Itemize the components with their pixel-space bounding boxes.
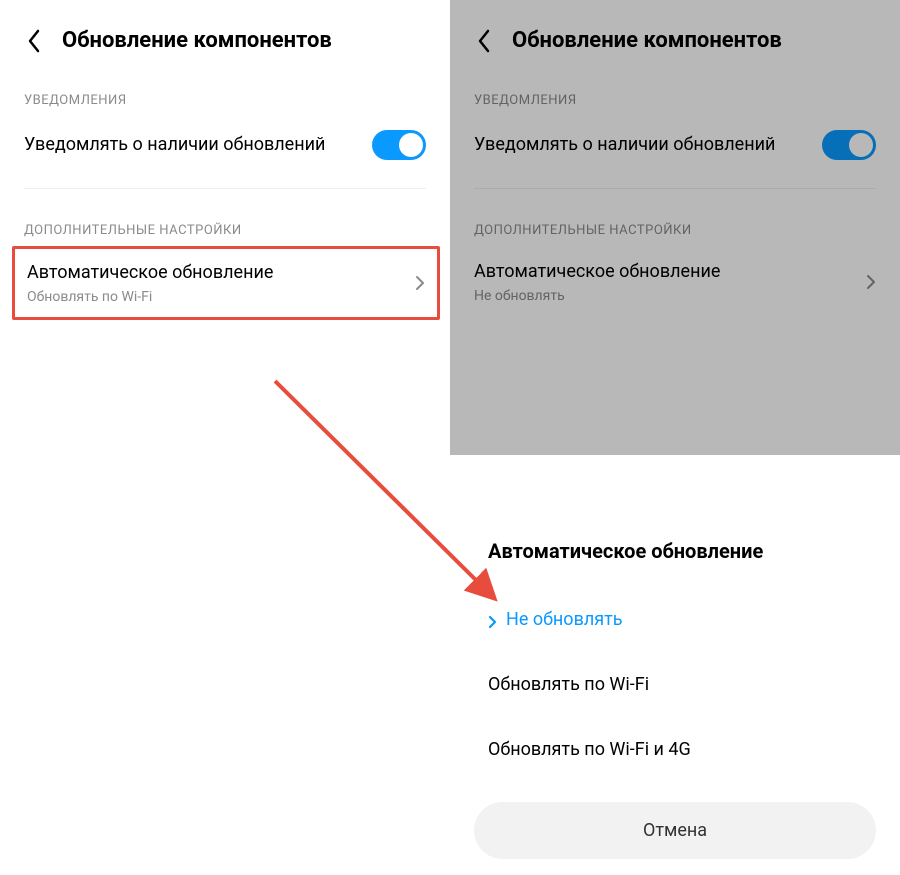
screen-before: Обновление компонентов УВЕДОМЛЕНИЯ Уведо… bbox=[0, 0, 450, 875]
auto-update-subtitle: Не обновлять bbox=[474, 288, 854, 304]
page-title: Обновление компонентов bbox=[62, 28, 332, 53]
option-update-wifi-4g[interactable]: Обновлять по Wi-Fi и 4G bbox=[450, 717, 900, 782]
row-notify-updates[interactable]: Уведомлять о наличии обновлений bbox=[450, 116, 900, 174]
section-additional-label: ДОПОЛНИТЕЛЬНЫЕ НАСТРОЙКИ bbox=[0, 203, 450, 246]
row-auto-update[interactable]: Автоматическое обновление Обновлять по W… bbox=[15, 249, 437, 317]
header: Обновление компонентов bbox=[0, 0, 450, 73]
screen-after: Обновление компонентов УВЕДОМЛЕНИЯ Уведо… bbox=[450, 0, 900, 875]
chevron-right-icon bbox=[415, 275, 425, 291]
section-notifications-label: УВЕДОМЛЕНИЯ bbox=[0, 73, 450, 116]
chevron-right-icon bbox=[866, 274, 876, 290]
chevron-right-icon bbox=[488, 613, 498, 627]
divider bbox=[24, 188, 426, 189]
row-notify-updates[interactable]: Уведомлять о наличии обновлений bbox=[0, 116, 450, 174]
section-additional-label: ДОПОЛНИТЕЛЬНЫЕ НАСТРОЙКИ bbox=[450, 203, 900, 246]
option-label: Не обновлять bbox=[506, 609, 623, 630]
notify-updates-label: Уведомлять о наличии обновлений bbox=[24, 133, 372, 157]
auto-update-subtitle: Обновлять по Wi-Fi bbox=[27, 289, 403, 305]
row-auto-update[interactable]: Автоматическое обновление Не обновлять bbox=[450, 246, 900, 318]
highlight-annotation: Автоматическое обновление Обновлять по W… bbox=[12, 246, 440, 320]
divider bbox=[474, 188, 876, 189]
option-label: Обновлять по Wi-Fi bbox=[488, 674, 649, 695]
auto-update-title: Автоматическое обновление bbox=[474, 260, 854, 284]
bottom-sheet: Автоматическое обновление Не обновлять О… bbox=[450, 507, 900, 875]
notify-toggle[interactable] bbox=[822, 130, 876, 160]
option-update-wifi[interactable]: Обновлять по Wi-Fi bbox=[450, 652, 900, 717]
section-notifications-label: УВЕДОМЛЕНИЯ bbox=[450, 73, 900, 116]
option-do-not-update[interactable]: Не обновлять bbox=[450, 587, 900, 652]
auto-update-title: Автоматическое обновление bbox=[27, 261, 403, 285]
back-icon[interactable] bbox=[474, 31, 494, 51]
notify-updates-label: Уведомлять о наличии обновлений bbox=[474, 133, 822, 157]
cancel-button[interactable]: Отмена bbox=[474, 802, 876, 859]
notify-toggle[interactable] bbox=[372, 130, 426, 160]
sheet-title: Автоматическое обновление bbox=[450, 507, 900, 587]
back-icon[interactable] bbox=[24, 31, 44, 51]
page-title: Обновление компонентов bbox=[512, 28, 782, 53]
header: Обновление компонентов bbox=[450, 0, 900, 73]
option-label: Обновлять по Wi-Fi и 4G bbox=[488, 739, 691, 760]
